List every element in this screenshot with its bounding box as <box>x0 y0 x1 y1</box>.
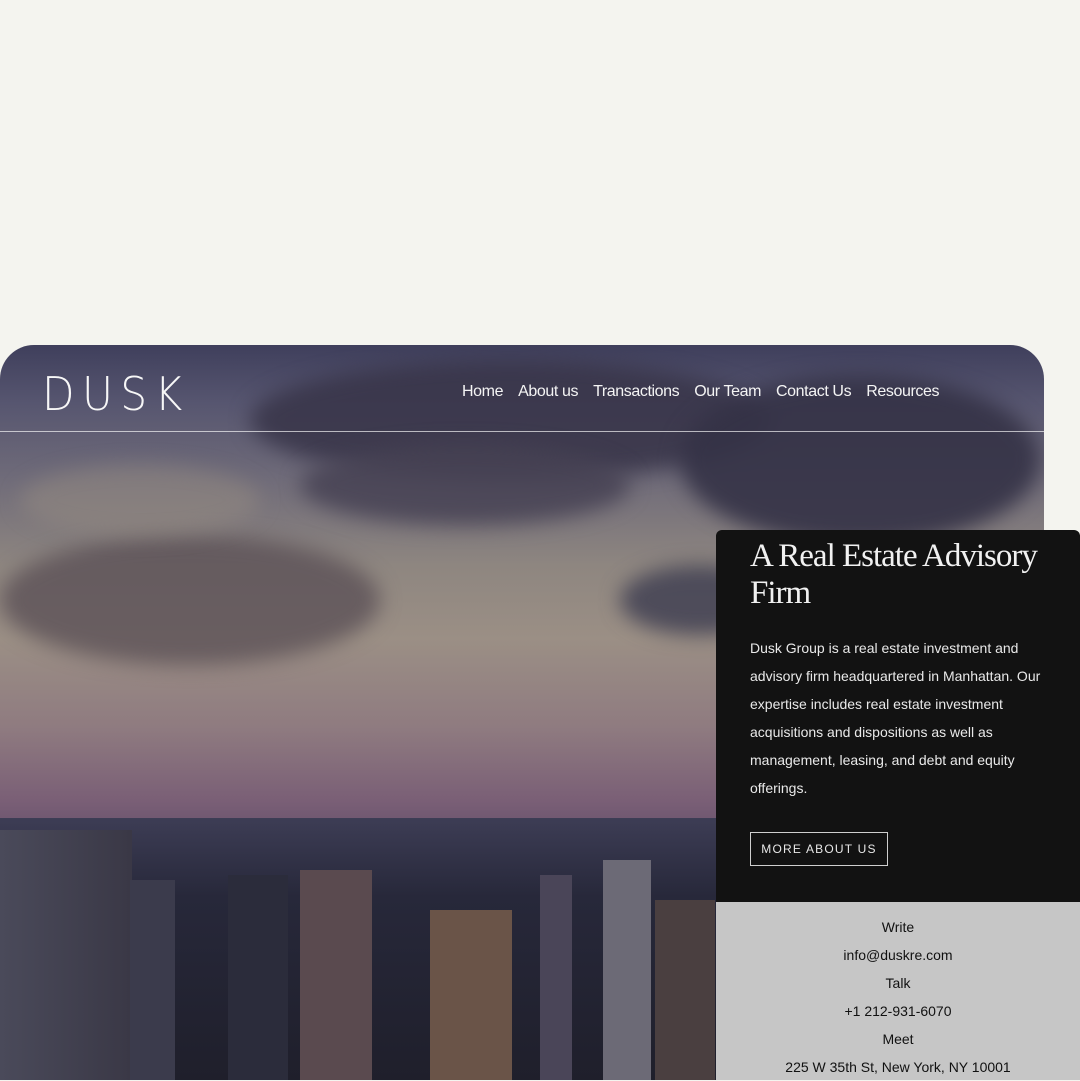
cloud-shape <box>20 465 260 535</box>
meet-label: Meet <box>882 1031 914 1047</box>
contact-panel: Write info@duskre.com Talk +1 212-931-60… <box>716 902 1080 1080</box>
more-about-us-button[interactable]: MORE ABOUT US <box>750 832 888 866</box>
nav-transactions[interactable]: Transactions <box>593 383 680 401</box>
nav-our-team[interactable]: Our Team <box>694 383 761 401</box>
nav-about-us[interactable]: About us <box>518 383 578 401</box>
email-link[interactable]: info@duskre.com <box>716 941 1080 969</box>
building <box>430 910 512 1080</box>
building <box>540 875 572 1080</box>
header-divider <box>0 431 1044 432</box>
logo[interactable]: DUSK <box>42 367 190 421</box>
talk-label: Talk <box>885 975 911 991</box>
cloud-shape <box>300 445 630 525</box>
building <box>300 870 372 1080</box>
write-label: Write <box>881 919 915 935</box>
main-nav: Home About us Transactions Our Team Cont… <box>462 383 939 401</box>
building <box>0 830 132 1080</box>
building <box>228 875 288 1080</box>
building <box>655 900 715 1080</box>
hero-title: A Real Estate Advisory Firm <box>750 538 1038 611</box>
intro-panel: A Real Estate Advisory Firm Dusk Group i… <box>716 530 1080 902</box>
phone-link[interactable]: +1 212-931-6070 <box>716 997 1080 1025</box>
building <box>130 880 175 1080</box>
address-text: 225 W 35th St, New York, NY 10001 <box>785 1059 1011 1075</box>
cloud-shape <box>0 535 380 665</box>
nav-contact-us[interactable]: Contact Us <box>776 383 852 401</box>
nav-home[interactable]: Home <box>462 383 503 401</box>
hero-description: Dusk Group is a real estate investment a… <box>750 640 1041 796</box>
building <box>603 860 651 1080</box>
nav-resources[interactable]: Resources <box>866 383 939 401</box>
